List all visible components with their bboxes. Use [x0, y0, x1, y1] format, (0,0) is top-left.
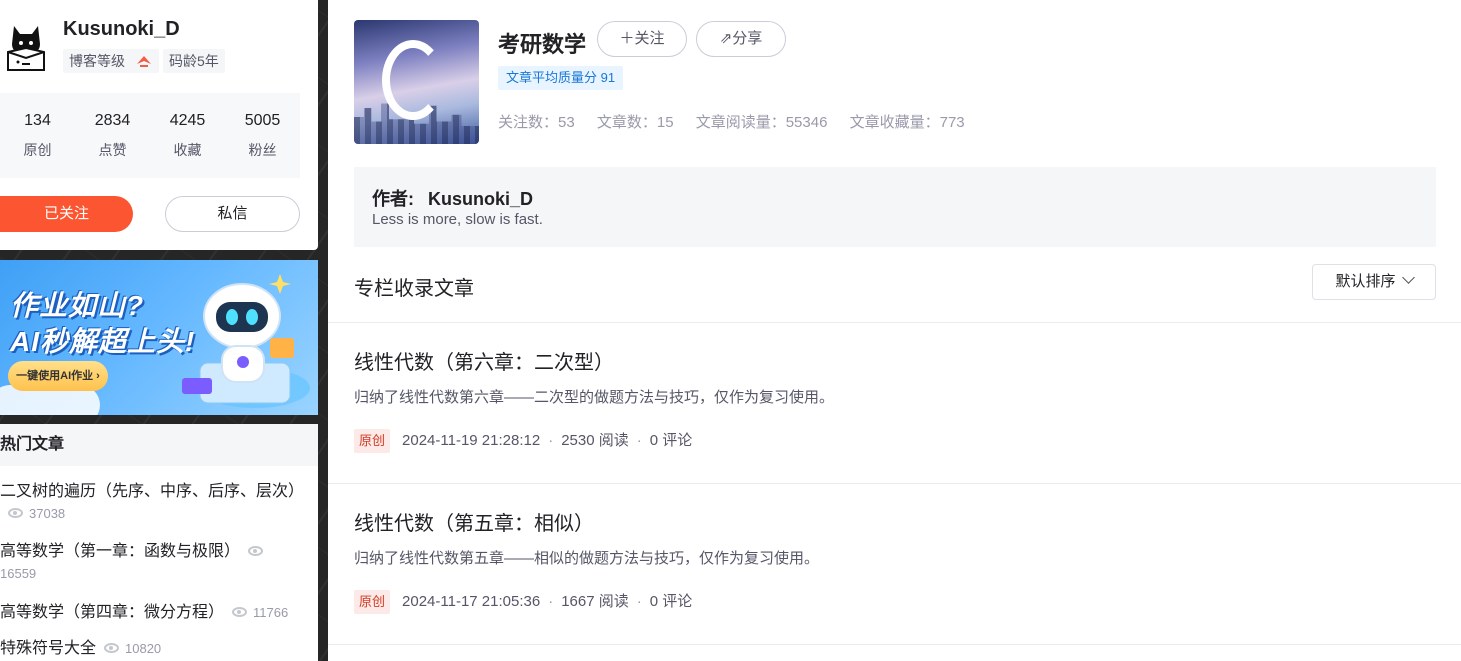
- view-count: 16559: [0, 566, 37, 581]
- ad-cta-button[interactable]: 一键使用AI作业 ›: [8, 361, 108, 391]
- follow-button[interactable]: ＋关注: [597, 21, 687, 57]
- hot-article-title[interactable]: 二叉树的遍历（先序、中序、后序、层次）: [0, 483, 304, 500]
- column-main-panel: 考研数学 ＋关注 ⇗分享 文章平均质量分 91 关注数：53 文章数：15 文章…: [328, 0, 1461, 661]
- article-reads: 1667 阅读: [561, 593, 629, 610]
- column-meta-row: 关注数：53 文章数：15 文章阅读量：55346 文章收藏量：773: [498, 111, 983, 132]
- hot-articles-card: 热门文章 二叉树的遍历（先序、中序、后序、层次） 37038 高等数学（第一章：…: [0, 424, 318, 661]
- article-item[interactable]: 线性代数（第五章：相似） 归纳了线性代数第五章——相似的做题方法与技巧，仅作为复…: [354, 512, 1436, 614]
- separator-dot: ·: [548, 593, 554, 610]
- avatar[interactable]: [4, 22, 48, 72]
- separator-dot: ·: [548, 432, 554, 449]
- author-box: 作者: Kusunoki_D Less is more, slow is fast…: [354, 167, 1436, 247]
- hot-articles-header: 热门文章: [0, 424, 318, 466]
- stats-box: 134 原创 2834 点赞 4245 收藏 5005 粉丝: [0, 93, 300, 178]
- stat-label: 点赞: [98, 142, 127, 158]
- hot-article-title[interactable]: 高等数学（第四章：微分方程）: [0, 604, 224, 621]
- profile-card: Kusunoki_D 博客等级 码龄5年 134 原创 2834 点赞 4245…: [0, 0, 318, 250]
- blog-level-badge[interactable]: 博客等级: [63, 49, 159, 73]
- eye-icon: [232, 607, 248, 617]
- eye-icon: [8, 508, 23, 518]
- favorite-count: 文章收藏量：773: [849, 114, 965, 131]
- article-date: 2024-11-19 21:28:12: [402, 432, 541, 449]
- article-comments[interactable]: 0 评论: [650, 432, 693, 449]
- read-count: 文章阅读量：55346: [695, 114, 828, 131]
- article-meta: 原创 2024-11-19 21:28:12 · 2530 阅读 · 0 评论: [354, 429, 1436, 453]
- article-item[interactable]: 线性代数（第六章：二次型） 归纳了线性代数第六章——二次型的做题方法与技巧，仅作…: [354, 351, 1436, 453]
- author-link[interactable]: Kusunoki_D: [428, 189, 533, 209]
- eye-icon: [104, 643, 120, 653]
- article-title[interactable]: 线性代数（第六章：二次型）: [354, 351, 1436, 375]
- quality-score-tag: 文章平均质量分 91: [498, 66, 624, 90]
- level-icon: [136, 56, 151, 67]
- ad-headline: 作业如山?: [10, 290, 145, 321]
- stat-label: 原创: [23, 142, 52, 158]
- share-icon: ⇗: [719, 30, 733, 47]
- separator-dot: ·: [636, 593, 642, 610]
- stat-likes[interactable]: 2834 点赞: [75, 93, 150, 178]
- section-title: 专栏收录文章: [354, 278, 474, 300]
- ad-subheadline: AI秒解超上头!: [10, 326, 196, 357]
- article-date: 2024-11-17 21:05:36: [402, 593, 541, 610]
- cover-logo-c: [382, 40, 444, 120]
- column-cover-image: [354, 20, 479, 144]
- hot-article-item[interactable]: 高等数学（第四章：微分方程） 11766: [0, 602, 288, 624]
- robot-icon: [182, 274, 310, 408]
- stat-original[interactable]: 134 原创: [0, 93, 75, 178]
- code-age-badge: 码龄5年: [163, 49, 225, 73]
- author-line: 作者: Kusunoki_D: [372, 185, 533, 211]
- author-description: Less is more, slow is fast.: [372, 211, 543, 228]
- article-reads: 2530 阅读: [561, 432, 629, 449]
- followers-count: 关注数：53: [498, 114, 575, 131]
- stat-num: 5005: [244, 112, 281, 129]
- hot-article-item[interactable]: 二叉树的遍历（先序、中序、后序、层次） 37038: [0, 481, 304, 525]
- view-count: 11766: [253, 605, 289, 620]
- original-tag: 原创: [354, 429, 391, 453]
- original-tag: 原创: [354, 590, 391, 614]
- eye-icon: [248, 546, 264, 556]
- article-description: 归纳了线性代数第五章——相似的做题方法与技巧，仅作为复习使用。: [354, 550, 820, 567]
- column-title: 考研数学: [498, 32, 587, 57]
- sort-label: 默认排序: [1335, 273, 1396, 290]
- author-name[interactable]: Kusunoki_D: [63, 18, 180, 41]
- hot-article-title[interactable]: 特殊符号大全: [0, 640, 96, 657]
- view-count: 10820: [125, 641, 162, 656]
- followed-button[interactable]: 已关注: [0, 196, 133, 232]
- sort-dropdown[interactable]: 默认排序: [1312, 264, 1436, 300]
- author-label: 作者:: [372, 189, 414, 209]
- article-comments[interactable]: 0 评论: [650, 593, 693, 610]
- article-count: 文章数：15: [596, 114, 674, 131]
- stat-num: 2834: [94, 112, 131, 129]
- stat-label: 粉丝: [248, 142, 277, 158]
- view-count: 37038: [29, 506, 66, 521]
- hot-article-item[interactable]: 高等数学（第一章：函数与极限） 16559: [0, 541, 269, 585]
- stat-num: 4245: [169, 112, 206, 129]
- hot-article-item[interactable]: 特殊符号大全 10820: [0, 638, 161, 660]
- stat-favorites[interactable]: 4245 收藏: [150, 93, 225, 178]
- article-description: 归纳了线性代数第六章——二次型的做题方法与技巧，仅作为复习使用。: [354, 389, 835, 406]
- stat-label: 收藏: [173, 142, 202, 158]
- chevron-down-icon: [1401, 271, 1415, 284]
- message-button[interactable]: 私信: [165, 196, 300, 232]
- divider: [328, 644, 1461, 645]
- divider: [328, 322, 1461, 323]
- separator-dot: ·: [636, 432, 642, 449]
- blog-level-label: 博客等级: [69, 53, 125, 69]
- article-title[interactable]: 线性代数（第五章：相似）: [354, 512, 1436, 536]
- stat-num: 134: [24, 112, 51, 129]
- share-button[interactable]: ⇗分享: [696, 21, 786, 57]
- article-meta: 原创 2024-11-17 21:05:36 · 1667 阅读 · 0 评论: [354, 590, 1436, 614]
- hot-article-title[interactable]: 高等数学（第一章：函数与极限）: [0, 543, 240, 560]
- stat-fans[interactable]: 5005 粉丝: [225, 93, 300, 178]
- share-label: 分享: [732, 30, 763, 47]
- ad-banner[interactable]: 作业如山? AI秒解超上头! 一键使用AI作业 ›: [0, 260, 318, 415]
- divider: [328, 483, 1461, 484]
